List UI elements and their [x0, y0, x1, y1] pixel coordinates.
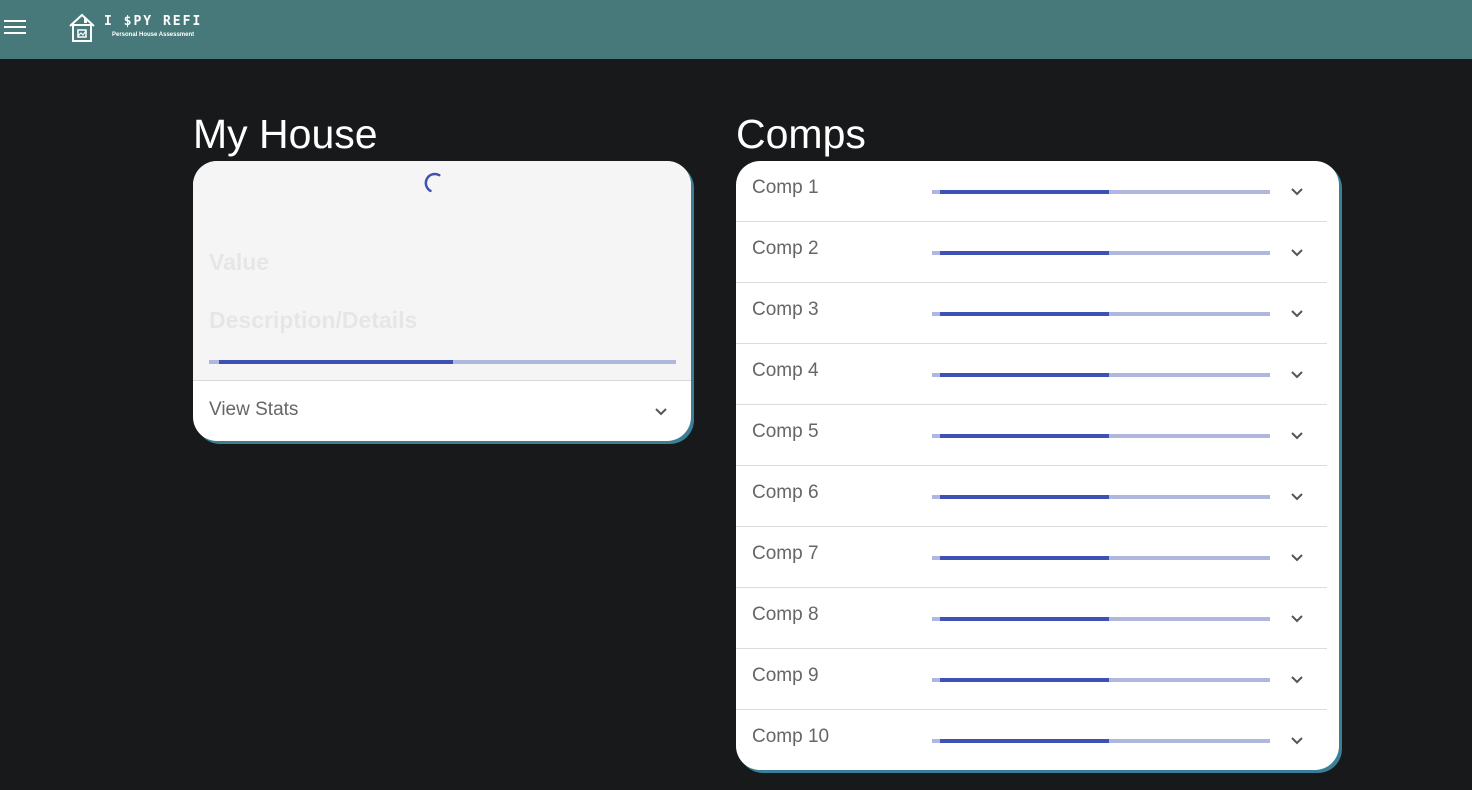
spinner-icon: [424, 172, 441, 193]
comp-row[interactable]: Comp 9: [736, 649, 1327, 710]
view-stats-button[interactable]: View Stats: [193, 380, 691, 441]
comp-progress-fill: [940, 190, 1109, 194]
comp-progress-fill: [940, 373, 1109, 377]
chevron-down-icon: [655, 408, 667, 416]
value-label: Value: [209, 249, 270, 275]
comp-progress-bar: [932, 373, 1270, 377]
comp-label: Comp 7: [752, 543, 819, 564]
chevron-down-icon[interactable]: [1290, 553, 1304, 563]
comp-label: Comp 4: [752, 360, 819, 381]
top-app-bar: I $PY REFI Personal House Assessment: [0, 0, 1472, 59]
house-logo-icon: [69, 13, 95, 42]
comp-progress-bar: [932, 556, 1270, 560]
my-house-card: Value Description/Details View Stats: [193, 161, 691, 441]
chevron-down-icon[interactable]: [1290, 370, 1304, 380]
chevron-down-icon[interactable]: [1290, 675, 1304, 685]
comp-row[interactable]: Comp 2: [736, 222, 1327, 283]
comp-progress-fill: [940, 739, 1109, 743]
comp-label: Comp 5: [752, 421, 819, 442]
chevron-down-icon[interactable]: [1290, 492, 1304, 502]
comp-row[interactable]: Comp 3: [736, 283, 1327, 344]
my-house-title: My House: [193, 111, 378, 157]
comp-label: Comp 1: [752, 177, 819, 198]
comp-label: Comp 9: [752, 665, 819, 686]
comp-progress-fill: [940, 312, 1109, 316]
comp-progress-fill: [940, 251, 1109, 255]
menu-icon[interactable]: [4, 16, 28, 38]
comp-progress-fill: [940, 495, 1109, 499]
chevron-down-icon[interactable]: [1290, 187, 1304, 197]
comp-progress-fill: [940, 556, 1109, 560]
comp-row[interactable]: Comp 1: [736, 161, 1327, 222]
comp-progress-bar: [932, 495, 1270, 499]
app-title: I $PY REFI: [104, 14, 203, 29]
comps-card: Comp 1 Comp 2 Comp 3 Comp 4 Comp 5 Comp 6 Comp…: [736, 161, 1339, 770]
comp-label: Comp 6: [752, 482, 819, 503]
comp-progress-bar: [932, 617, 1270, 621]
comp-row[interactable]: Comp 6: [736, 466, 1327, 527]
comps-title: Comps: [736, 111, 866, 157]
comp-row[interactable]: Comp 5: [736, 405, 1327, 466]
comp-progress-bar: [932, 739, 1270, 743]
comp-progress-bar: [932, 678, 1270, 682]
comp-progress-fill: [940, 678, 1109, 682]
comp-progress-fill: [940, 617, 1109, 621]
comp-label: Comp 10: [752, 726, 830, 747]
comp-label: Comp 3: [752, 299, 819, 320]
chevron-down-icon[interactable]: [1290, 614, 1304, 624]
app-subtitle: Personal House Assessment: [112, 32, 195, 38]
comp-row[interactable]: Comp 10: [736, 710, 1327, 770]
view-stats-label: View Stats: [209, 399, 299, 420]
description-label: Description/Details: [209, 307, 418, 333]
house-progress-bar: [209, 360, 676, 364]
comp-label: Comp 2: [752, 238, 819, 259]
house-details-panel: Value Description/Details: [193, 161, 691, 380]
comp-progress-bar: [932, 434, 1270, 438]
app-logo[interactable]: I $PY REFI Personal House Assessment: [68, 12, 228, 44]
house-progress-fill: [219, 360, 453, 364]
comp-row[interactable]: Comp 7: [736, 527, 1327, 588]
comp-progress-bar: [932, 251, 1270, 255]
comp-progress-bar: [932, 312, 1270, 316]
chevron-down-icon[interactable]: [1290, 736, 1304, 746]
chevron-down-icon[interactable]: [1290, 431, 1304, 441]
comp-row[interactable]: Comp 8: [736, 588, 1327, 649]
comp-progress-fill: [940, 434, 1109, 438]
comp-progress-bar: [932, 190, 1270, 194]
chevron-down-icon[interactable]: [1290, 309, 1304, 319]
comp-label: Comp 8: [752, 604, 819, 625]
comp-row[interactable]: Comp 4: [736, 344, 1327, 405]
chevron-down-icon[interactable]: [1290, 248, 1304, 258]
